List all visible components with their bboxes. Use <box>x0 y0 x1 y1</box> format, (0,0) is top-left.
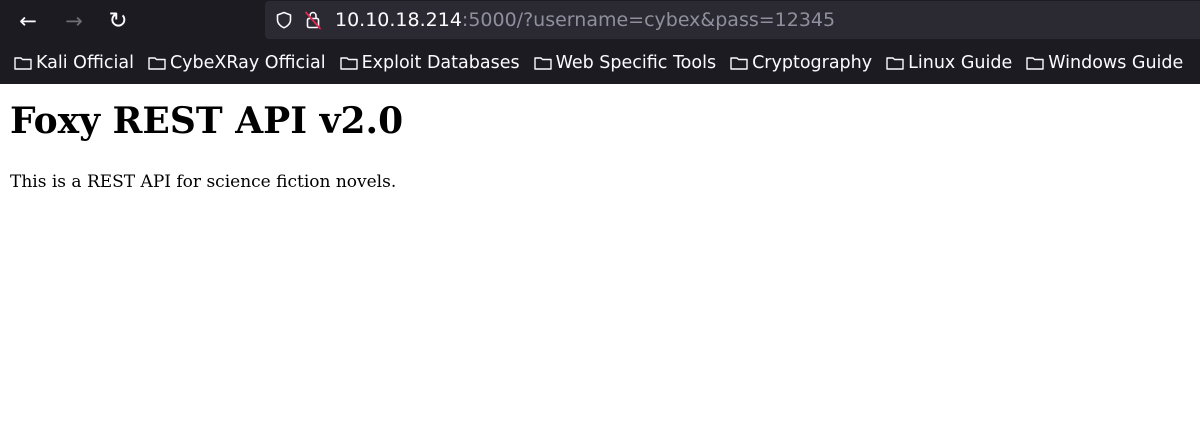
bookmark-label: CybeXRay Official <box>169 53 326 73</box>
bookmark-folder-windows-guide[interactable]: Windows Guide <box>1026 53 1183 73</box>
page-title: Foxy REST API v2.0 <box>10 100 404 142</box>
url-text[interactable]: 10.10.18.214:5000/?username=cybex&pass=1… <box>335 9 835 31</box>
reload-button[interactable]: ↻ <box>101 4 135 38</box>
folder-icon <box>148 56 166 70</box>
bookmark-folder-kali-official[interactable]: Kali Official <box>14 53 134 73</box>
tracking-protection-shield-icon[interactable] <box>276 10 294 30</box>
forward-button[interactable]: → <box>57 4 91 38</box>
address-bar[interactable]: 10.10.18.214:5000/?username=cybex&pass=1… <box>265 1 1200 39</box>
bookmark-label: Exploit Databases <box>361 53 520 73</box>
bookmark-label: Web Specific Tools <box>555 53 717 73</box>
navigation-toolbar: ← → ↻ 10.10.18.214:5000/?username=cybex&… <box>0 0 1200 42</box>
reload-icon: ↻ <box>108 7 128 34</box>
bookmark-label: Kali Official <box>36 53 134 73</box>
page-content: Foxy REST API v2.0 This is a REST API fo… <box>0 100 1200 192</box>
bookmark-folder-cybexray-official[interactable]: CybeXRay Official <box>148 53 326 73</box>
folder-icon <box>886 56 904 70</box>
back-button[interactable]: ← <box>11 4 45 38</box>
insecure-lock-icon[interactable] <box>304 10 322 30</box>
bookmark-folder-exploit-databases[interactable]: Exploit Databases <box>339 53 520 73</box>
page-description: This is a REST API for science fiction n… <box>10 172 397 192</box>
bookmark-label: Windows Guide <box>1048 53 1184 73</box>
bookmark-folder-linux-guide[interactable]: Linux Guide <box>886 53 1012 73</box>
folder-icon <box>533 56 552 70</box>
folder-icon <box>339 56 358 70</box>
folder-icon <box>1026 56 1044 70</box>
url-path-query: :5000/?username=cybex&pass=12345 <box>461 9 836 31</box>
folder-icon <box>14 56 32 70</box>
arrow-left-icon: ← <box>19 8 37 33</box>
folder-icon <box>730 56 748 70</box>
bookmark-folder-cryptography[interactable]: Cryptography <box>730 53 872 73</box>
arrow-right-icon: → <box>65 8 83 33</box>
browser-chrome: ← → ↻ 10.10.18.214:5000/?username=cybex&… <box>0 0 1200 84</box>
bookmark-label: Cryptography <box>752 53 873 73</box>
bookmark-label: Linux Guide <box>908 53 1013 73</box>
bookmark-folder-web-specific-tools[interactable]: Web Specific Tools <box>533 53 717 73</box>
bookmarks-toolbar: Kali Official CybeXRay Official Exploit … <box>0 42 1200 84</box>
url-host: 10.10.18.214 <box>335 9 462 31</box>
